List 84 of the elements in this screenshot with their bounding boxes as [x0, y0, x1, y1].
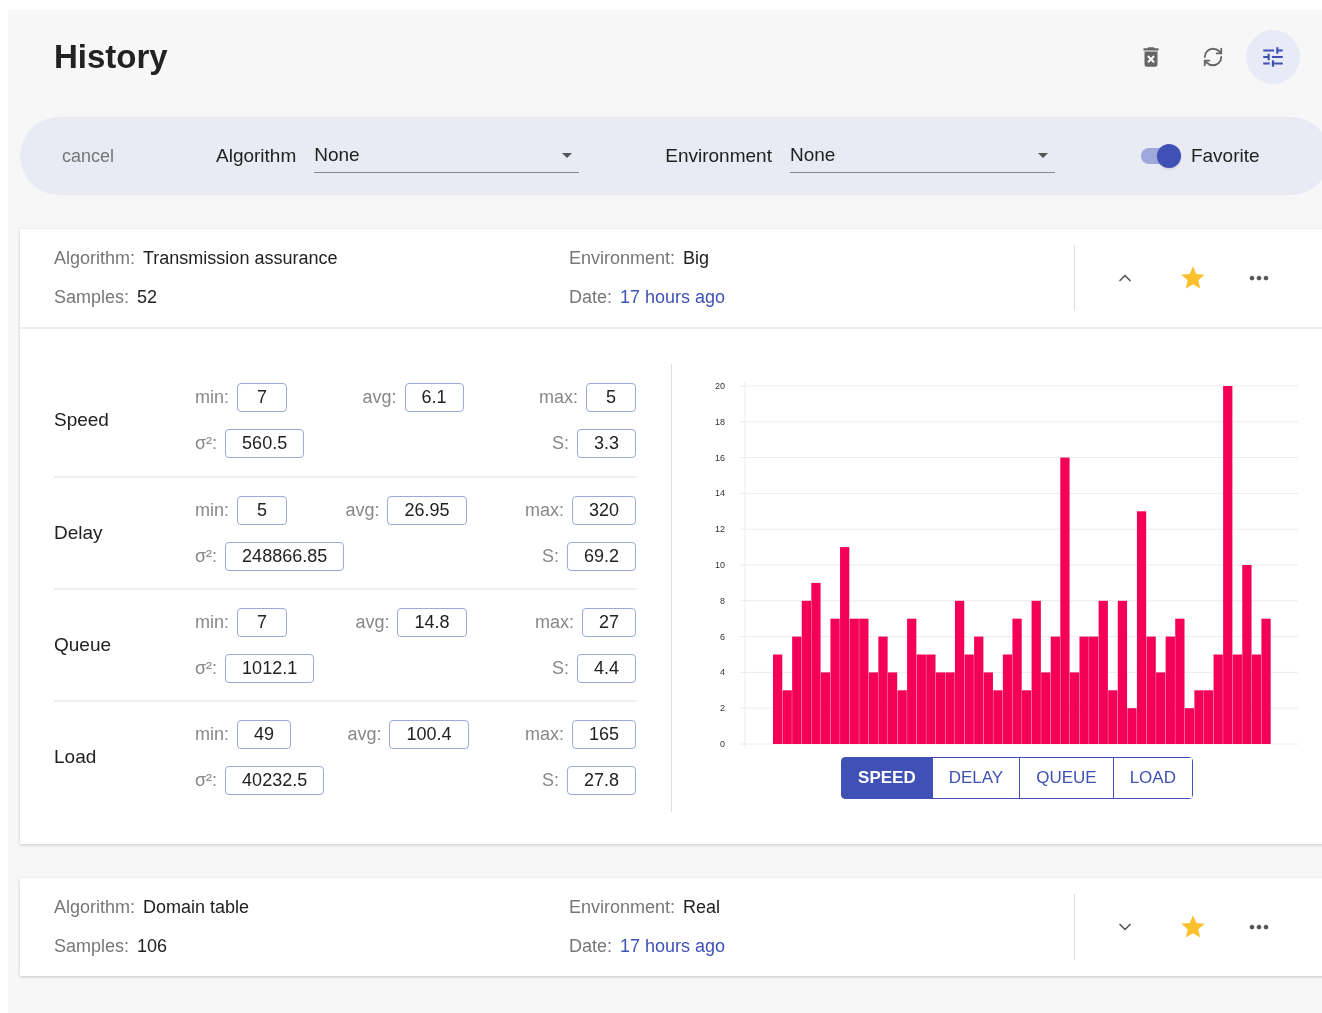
chart-tab[interactable]: LOAD — [1112, 758, 1192, 798]
stat-label: min: — [195, 722, 229, 746]
stat-value: 14.8 — [397, 607, 467, 637]
stat-label: min: — [195, 610, 229, 634]
field-value: Transmission assurance — [143, 247, 338, 270]
stat-label: avg: — [347, 722, 382, 746]
stat-label: σ²: — [195, 768, 218, 792]
stat-value: 27 — [581, 607, 636, 637]
field-label: Algorithm: — [54, 896, 136, 919]
stat-label: S: — [541, 768, 559, 792]
stat-label: max: — [534, 610, 574, 634]
metric-name: Load — [54, 744, 98, 769]
stat-label: min: — [195, 385, 229, 409]
axis-tick-label: 10 — [715, 560, 725, 570]
stat-label: avg: — [355, 610, 390, 634]
stat-value: 5 — [586, 382, 636, 412]
algorithm-label: Algorithm — [216, 143, 297, 168]
stat-value: 7 — [237, 607, 287, 637]
stat-value: 49 — [237, 719, 292, 749]
field-value: Domain table — [143, 896, 250, 919]
stat-value: 27.8 — [566, 765, 636, 795]
stat-label: σ²: — [195, 431, 218, 455]
field-value: 52 — [137, 286, 158, 309]
stat-value: 3.3 — [576, 428, 636, 458]
stat-value: 7 — [237, 382, 287, 412]
algorithm-select[interactable]: None — [314, 139, 580, 173]
field-label: Date: — [569, 935, 613, 958]
environment-select[interactable]: None — [789, 139, 1055, 173]
stat-label: σ²: — [195, 544, 218, 568]
axis-tick-label: 8 — [720, 595, 725, 606]
stat-value: 26.95 — [387, 495, 467, 525]
page-title: History — [54, 36, 169, 77]
axis-tick-label: 20 — [715, 381, 725, 391]
axis-tick-label: 6 — [720, 631, 725, 642]
stat-value: 100.4 — [389, 719, 469, 749]
metric-name: Delay — [54, 520, 104, 545]
stat-label: avg: — [345, 498, 380, 522]
stat-value: 40232.5 — [225, 765, 325, 795]
stat-value: 6.1 — [404, 382, 464, 412]
metric-name: Speed — [54, 407, 110, 432]
metric-name: Queue — [54, 632, 113, 657]
axis-tick-label: 16 — [715, 452, 725, 463]
field-label: Environment: — [569, 896, 676, 919]
stat-value: 5 — [237, 495, 287, 525]
stat-label: max: — [524, 498, 564, 522]
field-value: Real — [683, 896, 721, 919]
stat-value: 320 — [571, 495, 636, 525]
field-label: Samples: — [54, 935, 130, 958]
field-label: Algorithm: — [54, 247, 136, 270]
field-label: Date: — [569, 286, 613, 309]
favorite-label: Favorite — [1190, 143, 1260, 168]
refresh-icon[interactable] — [1202, 45, 1224, 68]
stat-value: 165 — [571, 719, 636, 749]
stat-value: 1012.1 — [225, 653, 315, 683]
stat-value: 69.2 — [566, 541, 636, 571]
field-label: Environment: — [569, 247, 676, 270]
caret-icon — [562, 153, 573, 158]
stat-label: σ²: — [195, 656, 218, 680]
axis-tick-label: 14 — [715, 488, 725, 499]
stat-label: min: — [195, 498, 229, 522]
stat-value: 560.5 — [225, 428, 305, 458]
stat-label: S: — [541, 544, 559, 568]
environment-label: Environment — [665, 143, 772, 168]
cancel-button[interactable]: cancel — [62, 142, 216, 170]
axis-tick-label: 18 — [715, 416, 725, 427]
axis-tick-label: 0 — [720, 739, 725, 749]
chart-tab[interactable]: SPEED — [842, 758, 932, 798]
date-link[interactable]: 17 hours ago — [620, 933, 726, 960]
axis-tick-label: 12 — [715, 524, 725, 535]
date-link[interactable]: 17 hours ago — [620, 284, 726, 311]
stat-label: S: — [551, 656, 569, 680]
stat-label: S: — [551, 431, 569, 455]
field-value: 106 — [137, 935, 168, 958]
field-value: Big — [683, 247, 710, 270]
stat-value: 4.4 — [576, 653, 636, 683]
caret-icon — [1037, 153, 1048, 158]
field-label: Samples: — [54, 286, 130, 309]
axis-tick-label: 2 — [720, 703, 725, 714]
stat-label: avg: — [362, 385, 397, 409]
stat-label: max: — [539, 385, 578, 409]
axis-tick-label: 4 — [720, 667, 725, 678]
stat-label: max: — [524, 722, 564, 746]
stat-value: 248866.85 — [225, 541, 345, 571]
bar — [935, 672, 946, 744]
